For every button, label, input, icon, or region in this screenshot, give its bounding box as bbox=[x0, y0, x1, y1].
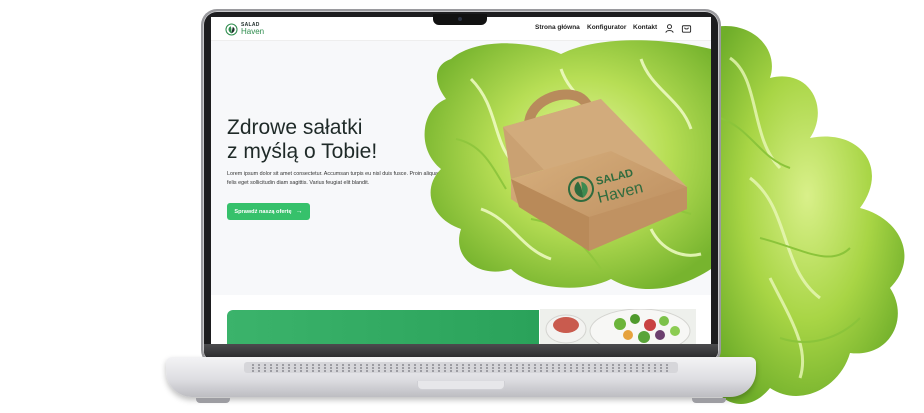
salad-photo bbox=[540, 309, 696, 344]
logo-line2: Haven bbox=[241, 26, 265, 36]
leaf-logo-icon bbox=[225, 22, 238, 36]
laptop-foot bbox=[692, 398, 726, 403]
nav-item-home[interactable]: Strona główna bbox=[535, 24, 580, 31]
laptop-hinge bbox=[204, 344, 718, 358]
nav-item-contact[interactable]: Kontakt bbox=[633, 24, 657, 31]
key-row bbox=[250, 367, 672, 369]
key-row bbox=[250, 364, 672, 366]
camera-icon bbox=[458, 17, 462, 21]
logo[interactable]: SALAD Haven bbox=[225, 21, 264, 37]
hero-title-line1: Zdrowe sałatki bbox=[227, 116, 363, 139]
arrow-right-icon: → bbox=[295, 208, 303, 215]
user-icon[interactable] bbox=[664, 23, 675, 34]
camera-notch bbox=[433, 14, 487, 25]
hero-title: Zdrowe sałatki z myślą o Tobie! bbox=[227, 116, 427, 164]
cta-button[interactable]: Sprawdź naszą ofertę → bbox=[227, 203, 310, 220]
hero-title-line2: z myślą o Tobie! bbox=[227, 140, 378, 163]
laptop-screen: SALAD Haven Strona główna Konfigurator K… bbox=[211, 17, 711, 344]
key-row bbox=[250, 370, 672, 372]
green-banner bbox=[227, 310, 539, 344]
lettuce-background-image bbox=[710, 26, 905, 405]
cart-icon[interactable] bbox=[681, 23, 692, 34]
cta-label: Sprawdź naszą ofertę bbox=[234, 208, 292, 215]
hero-salad-box-image: SALAD Haven bbox=[424, 40, 711, 290]
nav-item-configurator[interactable]: Konfigurator bbox=[587, 24, 626, 31]
laptop-foot bbox=[196, 398, 230, 403]
trackpad bbox=[417, 381, 505, 390]
